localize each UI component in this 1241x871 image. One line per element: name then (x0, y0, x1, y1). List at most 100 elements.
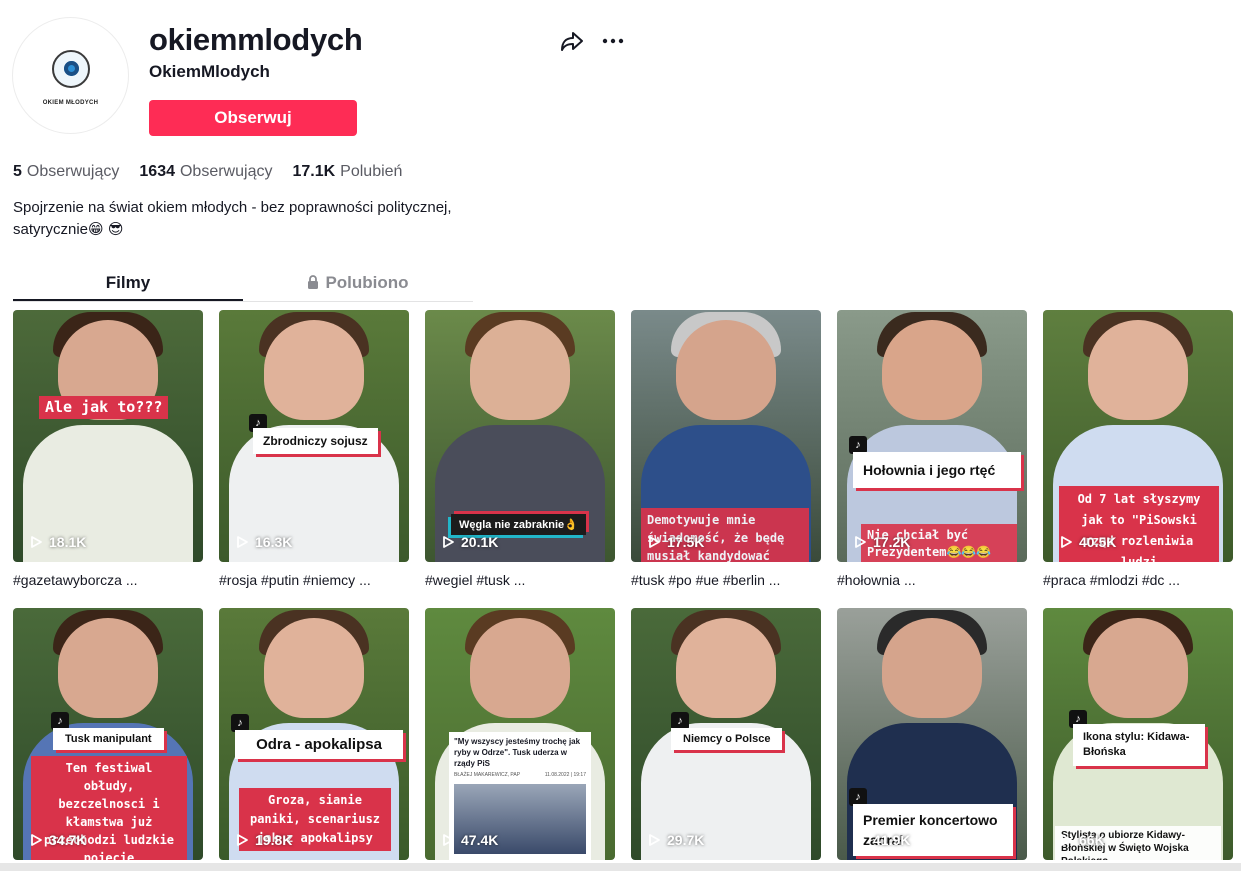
view-count-text: 66K (1079, 832, 1105, 848)
video-grid: Ale jak to??? 18.1K #gazetawyborcza ... … (13, 310, 1233, 871)
share-arrow-icon[interactable] (559, 28, 585, 54)
news-author: BŁAŻEJ MAKAREWICZ, PAP (454, 772, 521, 778)
horizontal-scrollbar[interactable] (0, 863, 1241, 871)
view-count: 34.7K (29, 832, 86, 848)
view-count: 41.9K (853, 832, 910, 848)
video-thumbnail[interactable]: ♪ Niemcy o Polsce 29.7K (631, 608, 821, 860)
thumbnail-figure (882, 320, 982, 420)
thumbnail-figure (1088, 618, 1188, 718)
view-count: 19.8K (235, 832, 292, 848)
view-count: 17.5K (647, 534, 704, 550)
view-count: 47.4K (441, 832, 498, 848)
play-icon (855, 834, 866, 846)
video-card[interactable]: "My wszyscy jesteśmy trochę jak ryby w O… (425, 608, 615, 871)
video-card[interactable]: Demotywuje mnie świadomość, że będę musi… (631, 310, 821, 596)
video-thumbnail[interactable]: Węgla nie zabraknie👌 20.1K (425, 310, 615, 562)
play-icon (649, 536, 660, 548)
stat-following[interactable]: 5 Obserwujący (13, 163, 119, 181)
stat-followers[interactable]: 1634 Obserwujący (139, 163, 272, 181)
stat-label: Polubień (340, 163, 403, 180)
stat-number: 1634 (139, 163, 175, 180)
stat-likes: 17.1K Polubień (292, 163, 402, 181)
view-count: 66K (1059, 832, 1105, 848)
tab-videos[interactable]: Filmy (13, 264, 243, 301)
tab-label: Polubiono (325, 273, 409, 292)
play-icon (31, 834, 42, 846)
video-caption[interactable]: #wegiel #tusk ... (425, 572, 615, 596)
video-card[interactable]: ♪ Zbrodniczy sojusz 16.3K #rosja #putin … (219, 310, 409, 596)
video-thumbnail[interactable]: ♪ Premier koncertowo zaorał 41.9K (837, 608, 1027, 860)
video-card[interactable]: Od 7 lat słyszymy jak to "PiSowski rząd … (1043, 310, 1233, 596)
play-icon (1061, 834, 1072, 846)
video-card[interactable]: ♪ Premier koncertowo zaorał 41.9K (837, 608, 1027, 871)
play-icon (237, 834, 248, 846)
video-overlay-text: Niemcy o Polsce (671, 728, 783, 750)
video-overlay-text: Tusk manipulant (53, 728, 164, 750)
video-card[interactable]: ♪ Niemcy o Polsce 29.7K (631, 608, 821, 871)
video-overlay-text: Hołownia i jego rtęć (853, 452, 1021, 488)
video-thumbnail[interactable]: ♪ Zbrodniczy sojusz 16.3K (219, 310, 409, 562)
video-card[interactable]: Ale jak to??? 18.1K #gazetawyborcza ... (13, 310, 203, 596)
video-thumbnail[interactable]: ♪ Odra - apokalipsa Groza, sianie paniki… (219, 608, 409, 860)
video-caption[interactable]: #rosja #putin #niemcy ... (219, 572, 409, 596)
play-icon (237, 536, 248, 548)
video-caption[interactable]: #gazetawyborcza ... (13, 572, 203, 596)
video-caption[interactable]: #tusk #po #ue #berlin ... (631, 572, 821, 596)
thumbnail-figure (882, 618, 982, 718)
video-thumbnail[interactable]: ♪ Ikona stylu: Kidawa-Błońska Stylista o… (1043, 608, 1233, 860)
video-card[interactable]: ♪ Tusk manipulant Ten festiwal obłudy, b… (13, 608, 203, 871)
profile-nickname: OkiemMlodych (149, 62, 270, 81)
video-card[interactable]: Węgla nie zabraknie👌 20.1K #wegiel #tusk… (425, 310, 615, 596)
play-icon (31, 536, 42, 548)
video-card[interactable]: ♪ Ikona stylu: Kidawa-Błońska Stylista o… (1043, 608, 1233, 871)
view-count-text: 40.5K (1079, 534, 1117, 550)
play-icon (1061, 536, 1072, 548)
lock-icon (308, 275, 319, 289)
view-count: 20.1K (441, 534, 498, 550)
follow-button[interactable]: Obserwuj (149, 100, 357, 136)
view-count-text: 16.3K (255, 534, 293, 550)
eye-logo-icon (51, 49, 90, 88)
video-thumbnail[interactable]: Demotywuje mnie świadomość, że będę musi… (631, 310, 821, 562)
stat-number: 17.1K (292, 163, 336, 180)
ellipsis-icon[interactable] (600, 28, 626, 54)
tab-label: Filmy (105, 273, 151, 292)
video-thumbnail[interactable]: ♪ Hołownia i jego rtęć Nie chciał być Pr… (837, 310, 1027, 562)
thumbnail-figure (264, 320, 364, 420)
view-count-text: 41.9K (873, 832, 911, 848)
avatar-logo-text: OKIEM MŁODYCH (42, 99, 99, 106)
profile-tabs: Filmy Polubiono (13, 264, 473, 302)
tab-liked[interactable]: Polubiono (243, 264, 473, 301)
video-card[interactable]: ♪ Hołownia i jego rtęć Nie chciał być Pr… (837, 310, 1027, 596)
video-overlay-text: Zbrodniczy sojusz (253, 428, 378, 454)
view-count-text: 19.8K (255, 832, 293, 848)
avatar[interactable]: OKIEM MŁODYCH (12, 17, 129, 134)
thumbnail-figure (58, 618, 158, 718)
view-count-text: 47.4K (461, 832, 499, 848)
thumbnail-figure (470, 618, 570, 718)
play-icon (443, 536, 454, 548)
profile-bio: Spojrzenie na świat okiem młodych - bez … (13, 199, 452, 238)
view-count: 17.2K (853, 534, 910, 550)
play-icon (443, 834, 454, 846)
thumbnail-figure (264, 618, 364, 718)
stat-label: Obserwujący (26, 163, 120, 180)
thumbnail-figure (1088, 320, 1188, 420)
play-icon (855, 536, 866, 548)
view-count-text: 17.2K (873, 534, 911, 550)
play-icon (649, 834, 660, 846)
video-caption[interactable]: #praca #mlodzi #dc ... (1043, 572, 1233, 596)
video-caption[interactable]: #hołownia ... (837, 572, 1027, 596)
video-card[interactable]: ♪ Odra - apokalipsa Groza, sianie paniki… (219, 608, 409, 871)
view-count-text: 34.7K (49, 832, 87, 848)
video-thumbnail[interactable]: Od 7 lat słyszymy jak to "PiSowski rząd … (1043, 310, 1233, 562)
view-count-text: 18.1K (49, 534, 87, 550)
video-thumbnail[interactable]: "My wszyscy jesteśmy trochę jak ryby w O… (425, 608, 615, 860)
video-thumbnail[interactable]: Ale jak to??? 18.1K (13, 310, 203, 562)
view-count-text: 17.5K (667, 534, 705, 550)
video-overlay-text: Ikona stylu: Kidawa-Błońska (1073, 724, 1205, 766)
video-thumbnail[interactable]: ♪ Tusk manipulant Ten festiwal obłudy, b… (13, 608, 203, 860)
stat-number: 5 (13, 163, 22, 180)
video-overlay-text: Od 7 lat słyszymy jak to "PiSowski rząd … (1059, 486, 1219, 562)
profile-stats: 5 Obserwujący 1634 Obserwujący 17.1K Pol… (13, 163, 422, 181)
